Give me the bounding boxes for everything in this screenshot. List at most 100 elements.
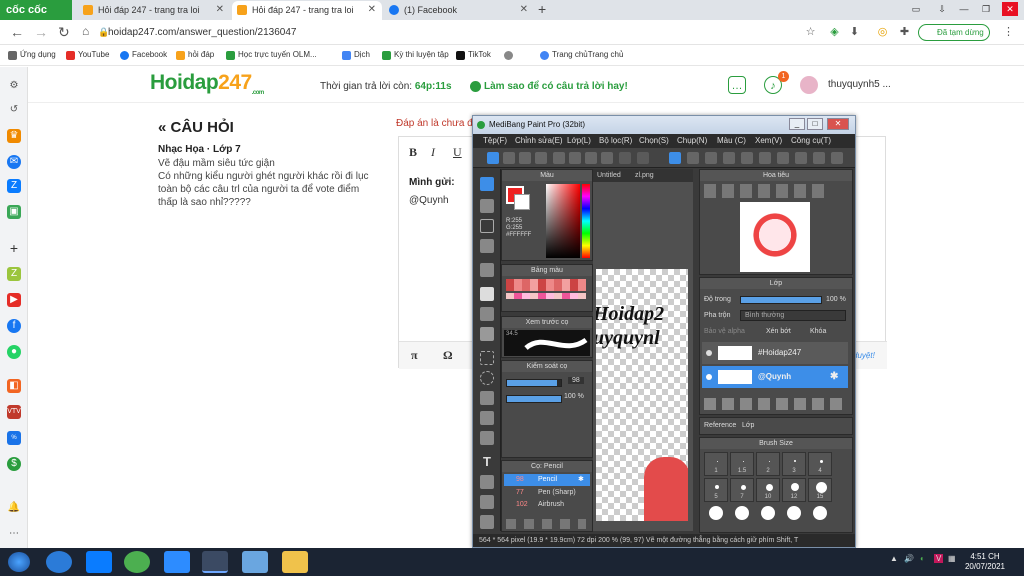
facebook-icon[interactable]: f bbox=[7, 319, 21, 333]
paint-icon[interactable] bbox=[242, 551, 268, 573]
navigator-zoom-buttons[interactable] bbox=[704, 184, 824, 198]
hue-slider[interactable] bbox=[582, 184, 590, 258]
lasso-tool-icon[interactable] bbox=[480, 371, 494, 385]
chat-icon[interactable]: ● bbox=[7, 345, 21, 359]
new-file-icon[interactable] bbox=[487, 152, 499, 164]
brush-list-actions[interactable] bbox=[506, 519, 586, 529]
minimize-icon[interactable]: — bbox=[956, 2, 972, 16]
secondary-color-swatch[interactable] bbox=[514, 194, 530, 210]
brush-size-cell[interactable]: 15 bbox=[808, 478, 832, 502]
download-icon[interactable]: ⇩ bbox=[934, 2, 950, 16]
chrome-icon[interactable] bbox=[124, 551, 150, 573]
browser-tab-1[interactable]: Hỏi đáp 247 - trang tra loi ✕ bbox=[78, 1, 230, 20]
frame-icon[interactable] bbox=[601, 152, 613, 164]
omega-button[interactable]: Ω bbox=[443, 348, 453, 363]
text-tool-icon[interactable]: T bbox=[480, 455, 494, 469]
blend-mode-select[interactable]: Bình thường bbox=[740, 310, 846, 321]
howto-link[interactable]: Làm sao để có câu trả lời hay! bbox=[470, 81, 628, 92]
rotate-icon[interactable] bbox=[813, 152, 825, 164]
brush-size-cell[interactable]: 1.5 bbox=[730, 452, 754, 476]
layer-row-selected[interactable]: @Quynh ✱ bbox=[702, 366, 848, 388]
share-icon[interactable] bbox=[503, 152, 515, 164]
brush-size-cell[interactable]: 12 bbox=[782, 478, 806, 502]
brush-size-large-dot[interactable] bbox=[761, 506, 775, 520]
profile-button[interactable]: Đã tạm dừng bbox=[918, 24, 990, 41]
browser-tab-2[interactable]: Hỏi đáp 247 - trang tra loi ✕ bbox=[232, 1, 382, 20]
menu-file[interactable]: Tệp(F) bbox=[483, 134, 507, 148]
select-pen-tool-icon[interactable] bbox=[480, 411, 494, 425]
site-logo[interactable]: Hoidap247.com bbox=[150, 71, 264, 96]
bookmark-apps[interactable]: Ứng dụng bbox=[8, 50, 56, 60]
gear-icon[interactable]: ✱ bbox=[830, 366, 838, 388]
brush-size-large-dot[interactable] bbox=[787, 506, 801, 520]
shape-tool-icon[interactable] bbox=[480, 219, 494, 233]
eyedropper-tool-icon[interactable] bbox=[480, 495, 494, 509]
download-icon[interactable]: ⬇ bbox=[848, 26, 861, 39]
select-eraser-tool-icon[interactable] bbox=[480, 431, 494, 445]
brush-tool-icon[interactable] bbox=[480, 177, 494, 191]
coccoc-icon[interactable]: ◎ bbox=[876, 26, 889, 39]
drawing-canvas[interactable]: Hoidap2 uyquynl bbox=[596, 269, 688, 521]
comment-icon[interactable] bbox=[519, 152, 531, 164]
menu-icon[interactable]: ⋮ bbox=[1002, 26, 1015, 39]
palette-swatches[interactable] bbox=[506, 279, 586, 291]
game-icon[interactable]: ▣ bbox=[7, 205, 21, 219]
home-icon[interactable]: ⌂ bbox=[82, 24, 89, 38]
bucket-tool-icon[interactable] bbox=[480, 307, 494, 321]
tray-arrow-icon[interactable]: ▲ bbox=[890, 554, 898, 563]
brush-size-large-dot[interactable] bbox=[813, 506, 827, 520]
brush-size-cell[interactable]: 1 bbox=[704, 452, 728, 476]
menu-filter[interactable]: Bộ lọc(R) bbox=[599, 134, 632, 148]
browser-brand[interactable]: cốc cốc bbox=[0, 0, 72, 20]
settings-icon[interactable]: ⚙ bbox=[7, 79, 21, 93]
eraser-tool-icon[interactable] bbox=[480, 199, 494, 213]
sale-icon[interactable]: % bbox=[7, 431, 21, 445]
windows-start-icon[interactable] bbox=[8, 552, 30, 572]
snap-icon[interactable] bbox=[687, 152, 699, 164]
app-z-icon[interactable]: Z bbox=[7, 267, 21, 281]
reset-icon[interactable] bbox=[831, 152, 843, 164]
volume-icon[interactable]: 🔊 bbox=[904, 554, 914, 563]
redo-icon[interactable] bbox=[637, 152, 649, 164]
clipping-checkbox[interactable]: Xén bớt bbox=[766, 328, 791, 335]
internet-explorer-icon[interactable] bbox=[46, 551, 72, 573]
minimize-icon[interactable]: _ bbox=[789, 118, 805, 130]
curve-icon[interactable] bbox=[795, 152, 807, 164]
layer-visibility-icon[interactable] bbox=[706, 374, 712, 380]
close-icon[interactable]: ✕ bbox=[827, 118, 849, 130]
bookmark-youtube[interactable]: YouTube bbox=[66, 50, 109, 60]
circle-icon[interactable] bbox=[759, 152, 771, 164]
shop-icon[interactable]: ◧ bbox=[7, 379, 21, 393]
doc-tab-untitled[interactable]: Untitled bbox=[597, 169, 621, 182]
brush-size-large-dot[interactable] bbox=[709, 506, 723, 520]
operation-tool-icon[interactable] bbox=[480, 475, 494, 489]
gradient-tool-icon[interactable] bbox=[480, 327, 494, 341]
browser-tab-3[interactable]: (1) Facebook ✕ bbox=[384, 1, 534, 20]
bookmark-exam[interactable]: Kỳ thi luyện tập bbox=[382, 50, 449, 60]
perspective-icon[interactable] bbox=[723, 152, 735, 164]
close-tab-icon[interactable]: ✕ bbox=[216, 1, 224, 19]
brush-size-slider[interactable] bbox=[506, 379, 562, 387]
protect-alpha-checkbox[interactable]: Bảo vệ alpha bbox=[704, 328, 745, 335]
add-icon[interactable]: + bbox=[7, 241, 21, 255]
reload-icon[interactable]: ↻ bbox=[58, 24, 70, 41]
gear-icon[interactable] bbox=[777, 152, 789, 164]
youtube-icon[interactable]: ▶ bbox=[7, 293, 21, 307]
notification-bell-icon[interactable]: 🔔 bbox=[7, 501, 21, 515]
palette-swatches-2[interactable] bbox=[506, 293, 586, 299]
medibang-titlebar[interactable]: MediBang Paint Pro (32bit) _ □ ✕ bbox=[473, 116, 855, 134]
brush-size-cell[interactable]: 3 bbox=[782, 452, 806, 476]
maximize-icon[interactable]: □ bbox=[807, 118, 823, 130]
hand-tool-icon[interactable] bbox=[480, 515, 494, 529]
chat-icon[interactable]: … bbox=[728, 76, 746, 94]
new-tab-button[interactable]: + bbox=[538, 0, 546, 18]
layer-actions[interactable] bbox=[704, 398, 844, 410]
menu-tools[interactable]: Công cụ(T) bbox=[791, 134, 831, 148]
file-explorer-icon[interactable] bbox=[282, 551, 308, 573]
magic-wand-tool-icon[interactable] bbox=[480, 391, 494, 405]
bookmark-olm[interactable]: Học trực tuyến OLM... bbox=[226, 50, 317, 60]
menu-capture[interactable]: Chụp(N) bbox=[677, 134, 707, 148]
username[interactable]: thuyquynh5 ... bbox=[828, 79, 891, 90]
brush-size-cell[interactable]: 10 bbox=[756, 478, 780, 502]
brush-size-value[interactable]: 98 bbox=[568, 377, 584, 384]
